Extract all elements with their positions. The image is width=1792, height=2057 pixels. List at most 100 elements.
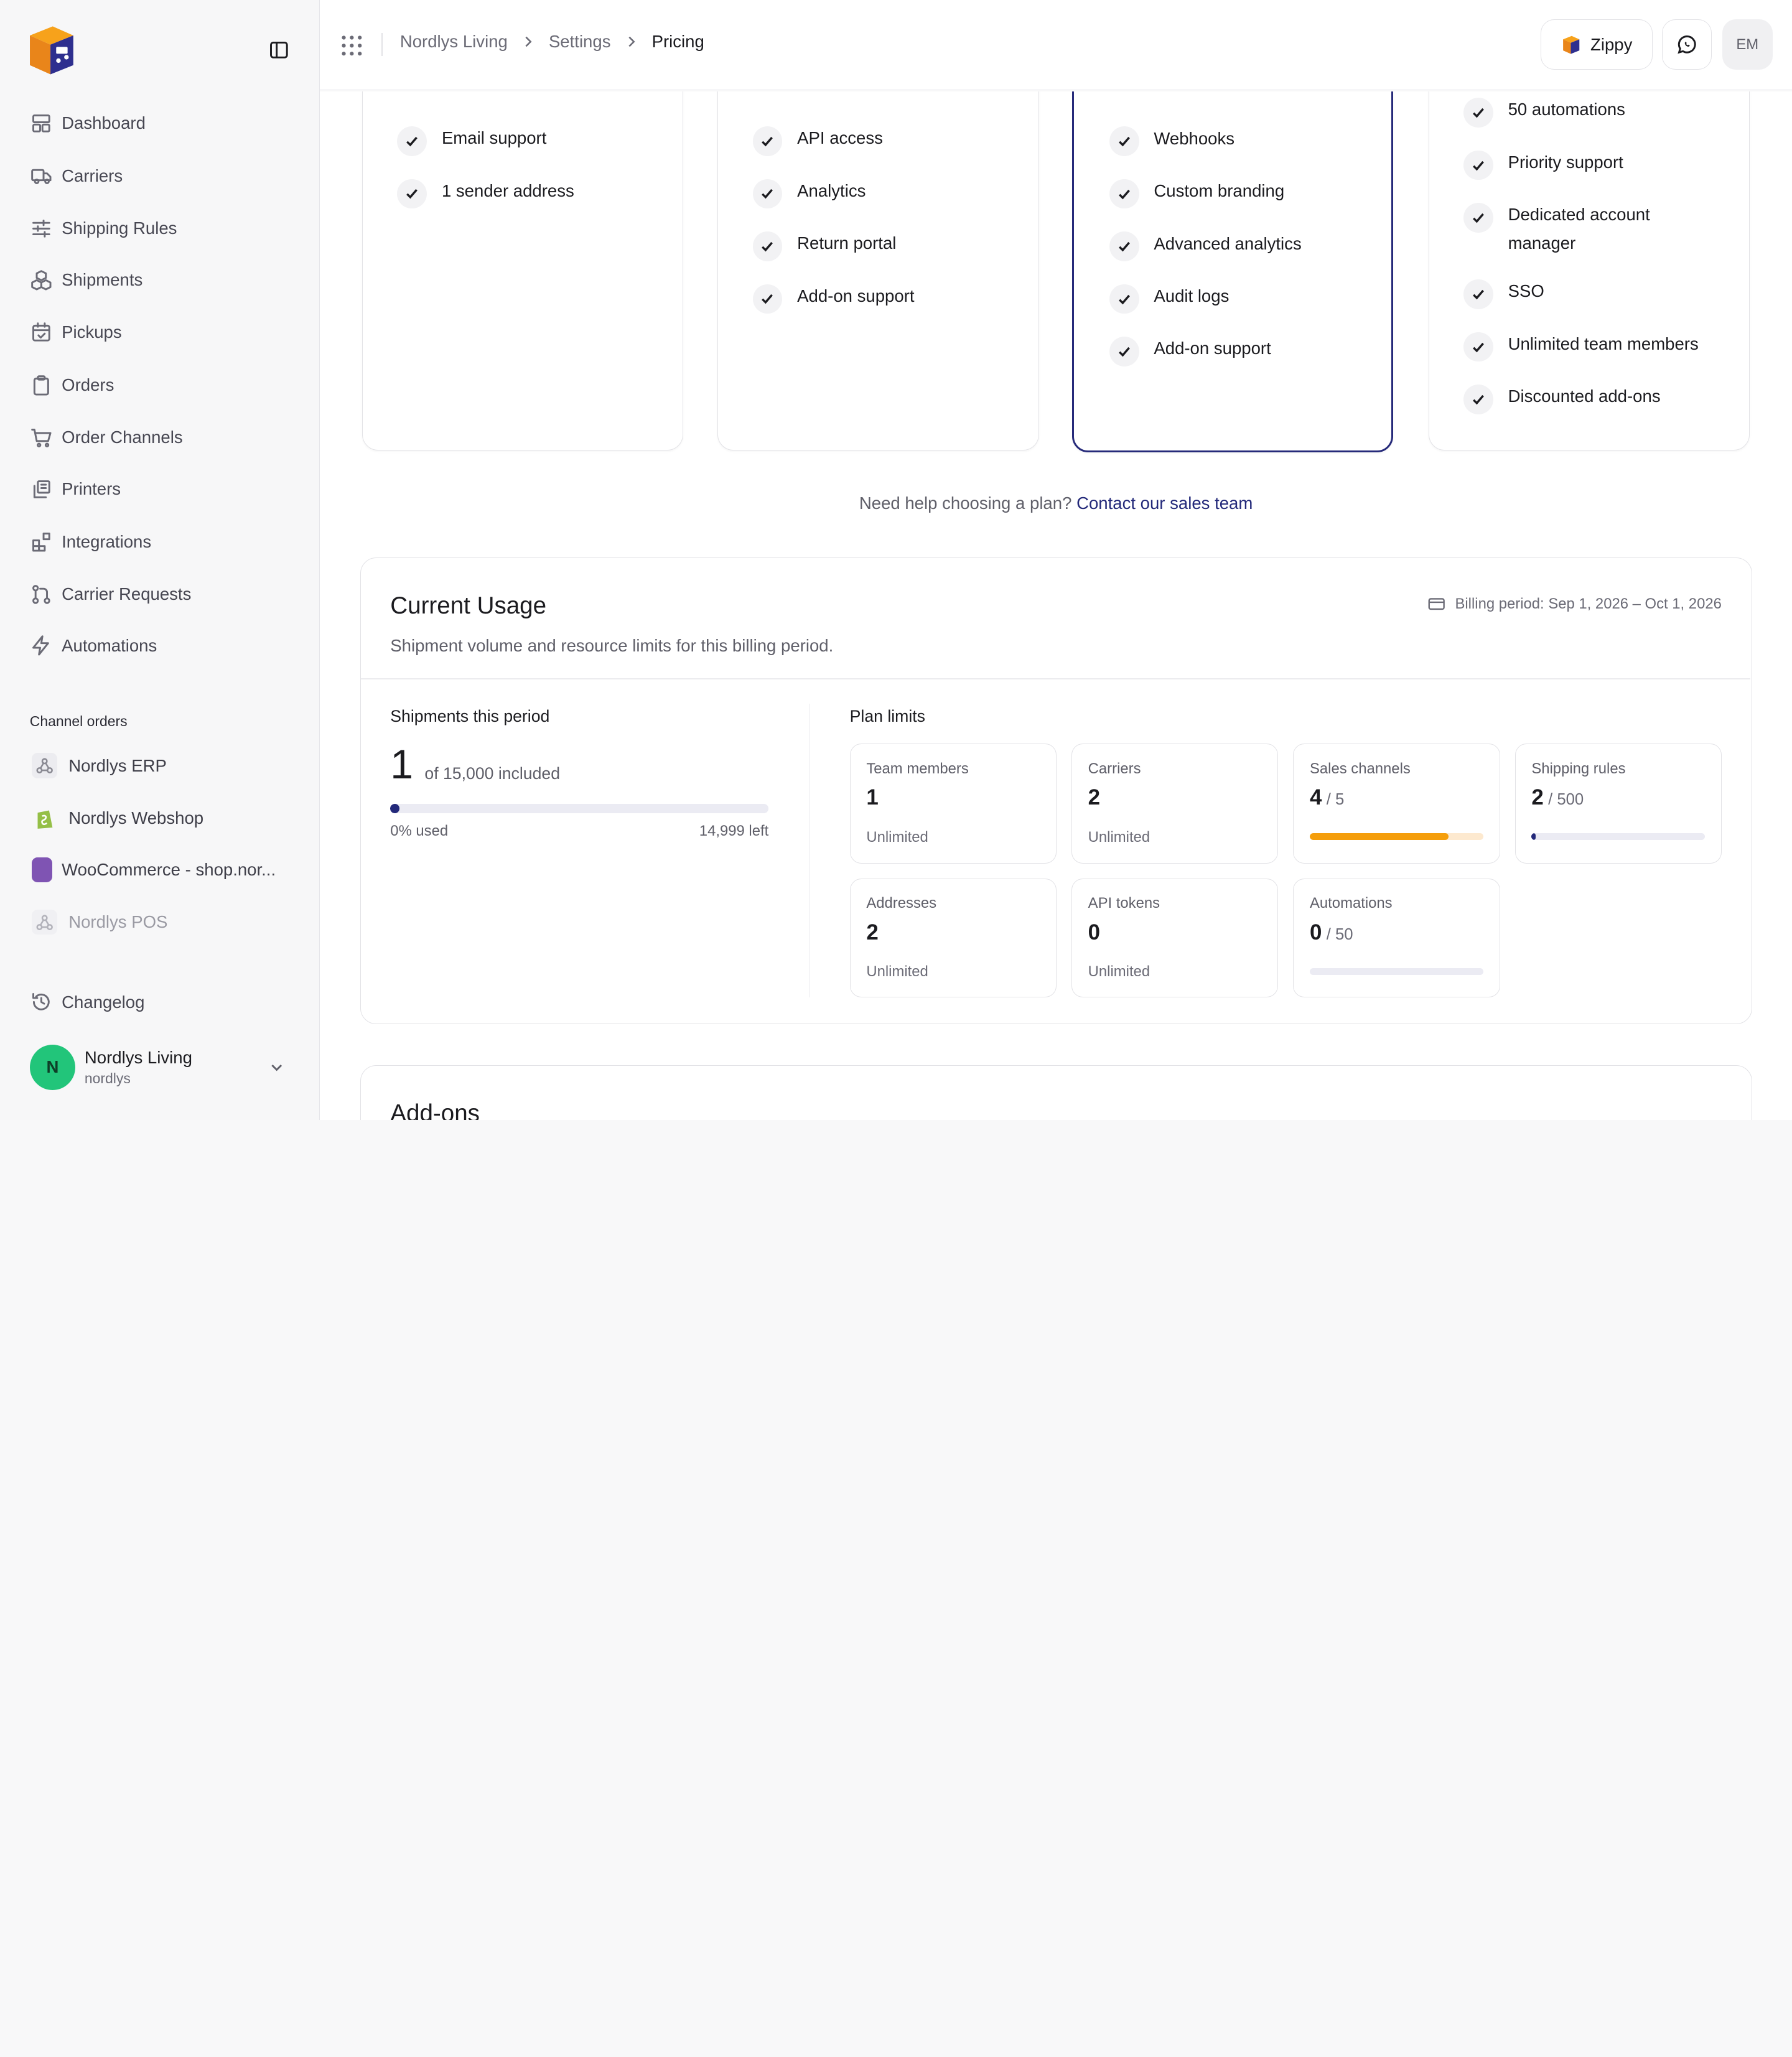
shipments-used: 0% used: [390, 822, 449, 839]
feature-item: Webhooks: [1109, 124, 1234, 156]
clipboard-icon: [33, 375, 49, 396]
shopify-icon: [32, 806, 57, 831]
calendar-icon: [32, 322, 50, 342]
sidebar-item-order-channels[interactable]: Order Channels: [30, 421, 183, 455]
limit-progress-bar: [1309, 968, 1484, 975]
bolt-icon: [32, 635, 49, 656]
feature-item: Add-on support: [1109, 334, 1271, 366]
sidebar-item-label: Dashboard: [62, 113, 146, 133]
dashboard-icon: [32, 114, 50, 133]
limit-value: 4/ 5: [1309, 785, 1345, 809]
printer-icon: [33, 480, 50, 498]
apps-grid-icon[interactable]: [340, 34, 363, 57]
shipments-label: Shipments this period: [390, 707, 550, 726]
plan-card-featured: Webhooks Custom branding Advanced analyt…: [1071, 91, 1393, 453]
git-pull-icon: [32, 584, 50, 604]
account-name: Nordlys Living: [84, 1048, 192, 1068]
feature-item: Discounted add-ons: [1463, 382, 1661, 414]
feature-item: Return portal: [752, 229, 896, 261]
plan-card: 50 automations Priority support Dedicate…: [1428, 91, 1750, 450]
progress-fill: [1531, 833, 1536, 841]
account-handle: nordlys: [84, 1070, 131, 1086]
check-icon: [397, 179, 427, 209]
channel-item-label: Nordlys Webshop: [68, 808, 204, 828]
feature-item: Custom branding: [1109, 177, 1284, 209]
user-avatar[interactable]: EM: [1722, 19, 1773, 70]
billing-period-text: Billing period: Sep 1, 2026 – Oct 1, 202…: [1455, 595, 1722, 612]
sidebar-item-label: Carrier Requests: [62, 584, 192, 604]
limit-name: Carriers: [1088, 760, 1141, 777]
limit-value: 0/ 50: [1309, 920, 1353, 945]
sidebar-item-automations[interactable]: Automations: [30, 628, 157, 663]
limit-max: / 5: [1326, 790, 1345, 808]
feature-item: Advanced analytics: [1109, 230, 1302, 261]
shipments-count: 1: [390, 742, 414, 788]
shipments-left: 14,999 left: [699, 822, 769, 839]
limit-card-addresses: Addresses 2 Unlimited: [849, 878, 1057, 997]
check-icon: [1463, 332, 1493, 362]
usage-title: Current Usage: [390, 592, 547, 620]
channel-item-nordlys-webshop[interactable]: Nordlys Webshop: [30, 800, 203, 837]
shipments-progress-bar: [390, 804, 769, 813]
limit-progress-bar: [1531, 833, 1706, 841]
channel-item-nordlys-pos[interactable]: Nordlys POS: [30, 904, 168, 941]
channel-item-nordlys-erp[interactable]: Nordlys ERP: [30, 747, 167, 784]
sidebar-item-label: Pickups: [62, 322, 122, 342]
sidebar-item-label: Carriers: [62, 166, 123, 185]
check-icon: [1463, 98, 1493, 128]
sidebar-item-shipments[interactable]: Shipments: [30, 263, 142, 297]
check-icon: [1463, 385, 1493, 414]
chevron-right-icon: [525, 37, 532, 47]
contact-sales-link[interactable]: Contact our sales team: [1076, 493, 1253, 513]
usage-subtitle: Shipment volume and resource limits for …: [390, 636, 834, 656]
cart-icon: [30, 429, 52, 448]
feature-item: Analytics: [752, 177, 866, 209]
sidebar: Dashboard Carriers Shipping Rules Shipme…: [0, 0, 320, 1120]
sidebar-item-printers[interactable]: Printers: [30, 472, 121, 506]
limit-note: Unlimited: [1088, 963, 1150, 981]
top-bar: Nordlys Living Settings Pricing Zippy EM: [320, 0, 1792, 91]
sidebar-item-label: Printers: [62, 479, 121, 499]
sidebar-toggle-icon[interactable]: [268, 39, 291, 62]
channel-orders-heading: Channel orders: [29, 713, 128, 730]
sidebar-item-carrier-requests[interactable]: Carrier Requests: [30, 577, 192, 612]
sidebar-item-carriers[interactable]: Carriers: [30, 159, 123, 193]
limit-value: 2: [1088, 785, 1101, 809]
current-usage-card: Current Usage Shipment volume and resour…: [360, 557, 1752, 1024]
account-switcher[interactable]: N Nordlys Living nordlys: [29, 1044, 292, 1091]
zippy-button[interactable]: Zippy: [1540, 19, 1653, 70]
check-icon: [1463, 279, 1493, 309]
sidebar-item-label: Automations: [62, 635, 157, 655]
limit-card-carriers: Carriers 2 Unlimited: [1071, 743, 1279, 864]
check-icon: [752, 284, 783, 314]
chat-button[interactable]: [1661, 19, 1712, 70]
sidebar-item-pickups[interactable]: Pickups: [30, 315, 122, 350]
limit-note: Unlimited: [866, 828, 928, 846]
blocks-icon: [32, 533, 50, 552]
check-icon: [1109, 231, 1139, 261]
breadcrumb-item[interactable]: Nordlys Living: [400, 32, 508, 52]
divider: [360, 678, 1750, 679]
sidebar-item-dashboard[interactable]: Dashboard: [30, 106, 146, 141]
feature-item: SSO: [1463, 277, 1544, 309]
sidebar-item-shipping-rules[interactable]: Shipping Rules: [30, 212, 177, 246]
sidebar-item-changelog[interactable]: Changelog: [30, 985, 145, 1019]
divider: [381, 33, 383, 56]
limit-card-shipping-rules: Shipping rules 2/ 500: [1514, 743, 1722, 864]
zippy-label: Zippy: [1590, 34, 1633, 54]
check-icon: [1463, 203, 1493, 233]
feature-item: Email support: [397, 124, 546, 156]
breadcrumb-current: Pricing: [651, 32, 704, 52]
sidebar-item-orders[interactable]: Orders: [30, 368, 114, 402]
app-logo[interactable]: [23, 22, 78, 77]
channel-item-woocommerce[interactable]: WooCommerce - shop.nor...: [30, 851, 276, 888]
check-icon: [752, 179, 783, 209]
check-icon: [752, 126, 783, 156]
addons-title: Add-ons: [390, 1099, 480, 1120]
history-icon: [32, 993, 50, 1011]
channel-item-label: Nordlys POS: [68, 912, 168, 932]
sidebar-item-integrations[interactable]: Integrations: [30, 525, 151, 559]
sidebar-item-label: Changelog: [62, 992, 145, 1012]
breadcrumb-item[interactable]: Settings: [549, 32, 611, 52]
limit-card-sales-channels: Sales channels 4/ 5: [1293, 743, 1500, 864]
